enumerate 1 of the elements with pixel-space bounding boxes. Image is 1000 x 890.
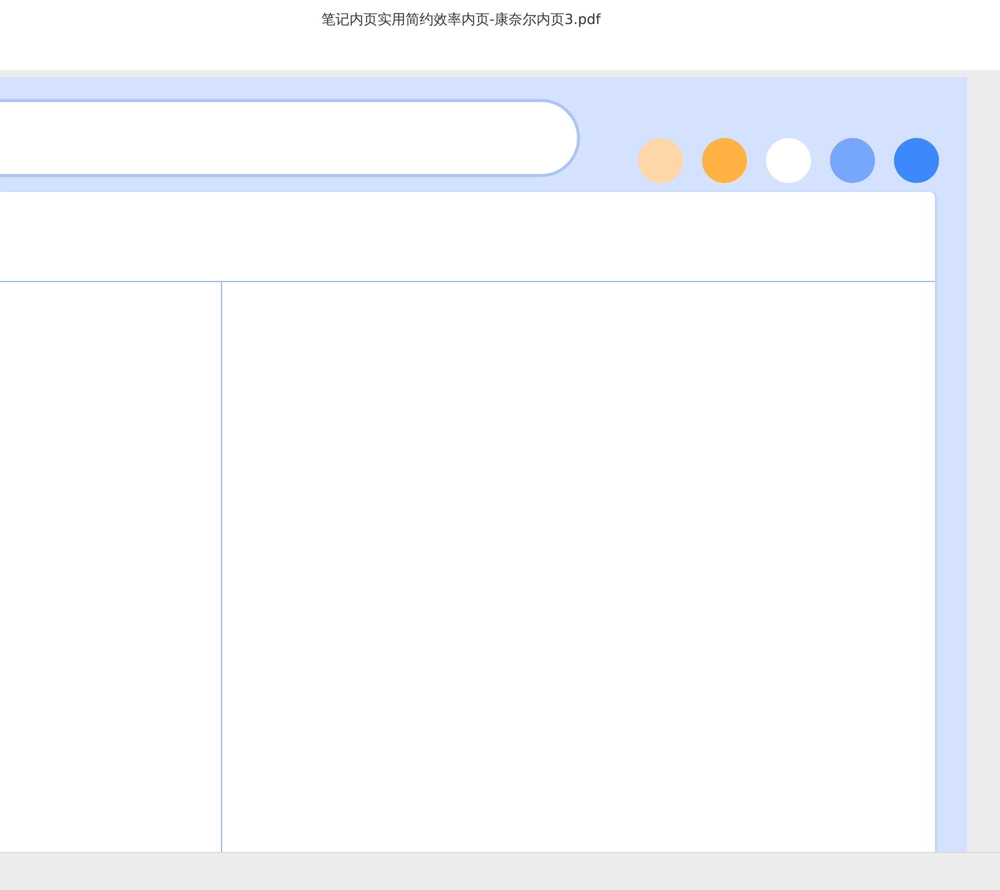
document-title: 笔记内页实用简约效率内页-康奈尔内页3.pdf [321,11,601,30]
